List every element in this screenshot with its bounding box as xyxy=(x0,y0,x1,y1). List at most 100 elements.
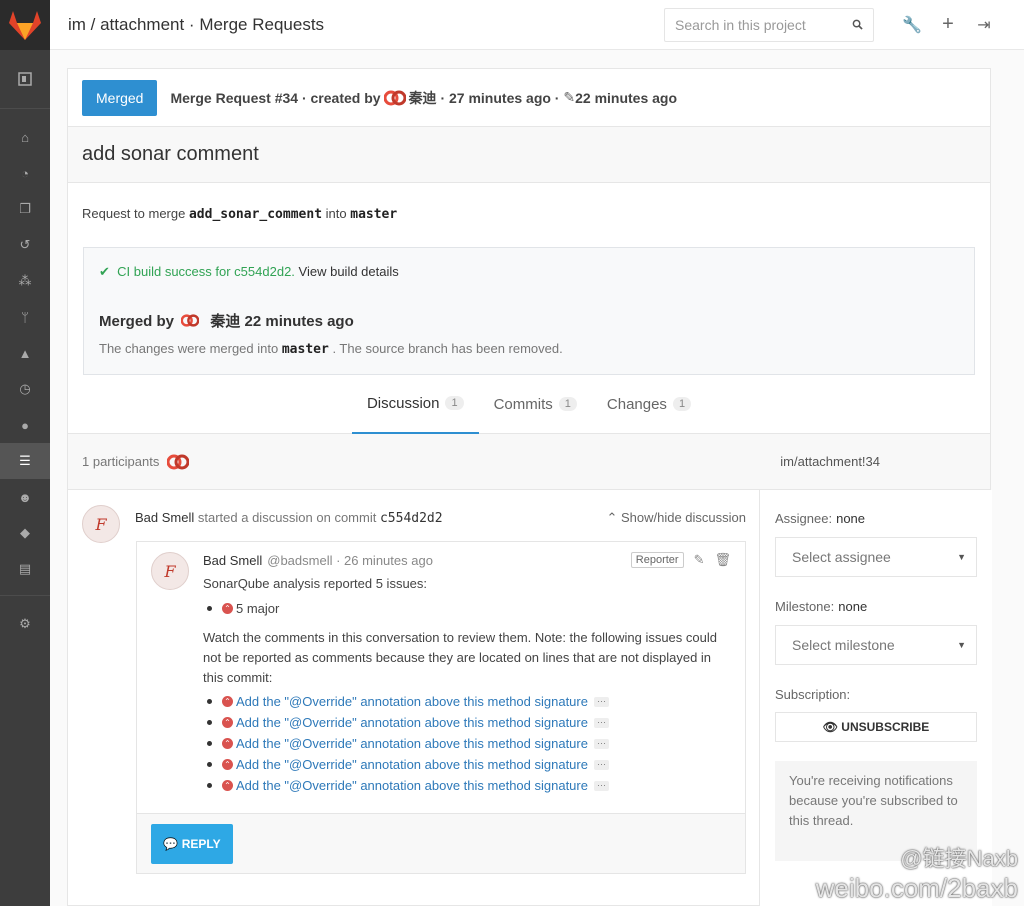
expand-button[interactable]: ··· xyxy=(593,738,609,749)
severity-list: ⌃ 5 major xyxy=(203,601,731,616)
unsubscribe-button[interactable]: 👁 UNSUBSCRIBE xyxy=(775,712,977,742)
issues-icon[interactable]: ● xyxy=(0,407,50,443)
merged-by: Merged by 秦迪 22 minutes ago xyxy=(99,310,959,331)
assignee-label-text: Assignee: xyxy=(775,511,833,526)
assignee-label: Assignee: none xyxy=(775,511,992,526)
author-avatar[interactable] xyxy=(383,89,406,107)
major-severity-icon: ⌃ xyxy=(222,717,233,728)
issue-link[interactable]: Add the "@Override" annotation above thi… xyxy=(236,736,588,751)
ci-status: ✔ CI build success for c554d2d2. View bu… xyxy=(99,264,959,280)
plus-icon[interactable]: + xyxy=(930,13,966,36)
avatar[interactable]: F xyxy=(151,552,189,590)
mr-meta: Merge Request #34 · created by xyxy=(170,89,381,106)
bullet-icon xyxy=(207,741,212,746)
note-author[interactable]: Bad Smell xyxy=(203,553,262,568)
search-placeholder: Search in this project xyxy=(675,16,806,33)
bullet-icon xyxy=(207,699,212,704)
tab-count: 1 xyxy=(445,396,464,410)
tab-label: Discussion xyxy=(366,394,440,412)
wrench-icon[interactable]: 🔧 xyxy=(894,15,930,35)
members-icon[interactable]: ☻ xyxy=(0,479,50,515)
page-title: im / attachment · Merge Requests xyxy=(68,14,325,34)
tab-discussion[interactable]: Discussion 1 xyxy=(351,375,479,434)
collapse-icon[interactable] xyxy=(0,50,50,108)
list-item: ⌃ Add the "@Override" annotation above th… xyxy=(203,736,731,751)
toggle-discussion-button[interactable]: ⌃ Show/hide discussion xyxy=(606,510,746,526)
merge-requests-icon[interactable]: ☰ xyxy=(0,443,50,479)
bullet-icon xyxy=(207,783,212,788)
tab-count: 1 xyxy=(558,397,577,411)
settings-icon[interactable]: ⚙ xyxy=(0,606,50,642)
home-icon[interactable]: ⌂ xyxy=(0,119,50,155)
merged-by-label: Merged by xyxy=(99,313,175,330)
milestone-label: Milestone: none xyxy=(775,599,992,614)
watermark-line2: weibo.com/2baxb xyxy=(815,873,1018,903)
assignee-value: none xyxy=(836,511,866,526)
avatar[interactable]: F xyxy=(82,505,120,543)
role-badge: Reporter xyxy=(630,552,684,568)
merge-request-panel: Merged Merge Request #34 · created by 秦迪… xyxy=(67,68,992,906)
dashboard-icon[interactable]: ◔ xyxy=(0,155,50,191)
discussion-author[interactable]: Bad Smell xyxy=(135,510,194,525)
tab-count: 1 xyxy=(672,397,692,411)
commit-link[interactable]: c554d2d2 xyxy=(380,511,443,526)
note-body: Bad Smell @badsmell · 26 minutes ago Rep… xyxy=(203,552,731,793)
expand-button[interactable]: ··· xyxy=(593,780,609,791)
sidebar: ⌂ ◔ ❐ ↺ ⁂ ᛘ ▲ ◷ ● ☰ ☻ ◆ ▤ ⚙ xyxy=(0,0,50,906)
expand-button[interactable]: ··· xyxy=(593,717,609,728)
issue-link[interactable]: Add the "@Override" annotation above thi… xyxy=(236,778,588,793)
files-icon[interactable]: ❐ xyxy=(0,191,50,227)
reply-label: REPLY xyxy=(181,837,221,851)
reply-area: 💬 REPLY xyxy=(137,813,745,873)
edit-icon[interactable]: ✎ xyxy=(694,552,705,568)
milestone-select[interactable]: Select milestone ▼ xyxy=(775,625,977,665)
merger-avatar[interactable] xyxy=(181,313,203,331)
assignee-select[interactable]: Select assignee ▼ xyxy=(775,537,977,577)
list-item: ⌃ Add the "@Override" annotation above th… xyxy=(203,715,731,730)
discussion-thread: F Bad Smell started a discussion on comm… xyxy=(82,505,746,874)
reply-button[interactable]: 💬 REPLY xyxy=(151,824,233,864)
target-branch: master xyxy=(350,207,398,222)
issue-link[interactable]: Add the "@Override" annotation above thi… xyxy=(236,694,588,709)
assignee-placeholder: Select assignee xyxy=(792,549,891,565)
view-build-details-link[interactable]: View build details xyxy=(299,264,399,279)
merged-desc-suffix: . The source branch has been removed. xyxy=(332,341,563,357)
discussion-action: started a discussion on commit xyxy=(197,510,377,525)
note: F Bad Smell @badsmell · 26 minutes ago R… xyxy=(137,542,745,793)
sign-out-icon[interactable]: ⇥ xyxy=(966,15,1002,35)
mr-header: Merged Merge Request #34 · created by 秦迪… xyxy=(68,69,990,127)
wiki-icon[interactable]: ▤ xyxy=(0,551,50,587)
mr-title: add sonar comment xyxy=(68,127,990,183)
bullet-icon xyxy=(207,606,212,611)
issue-link[interactable]: Add the "@Override" annotation above thi… xyxy=(236,757,588,772)
edited-time: 22 minutes ago xyxy=(575,89,678,106)
branch-icon[interactable]: ᛘ xyxy=(0,299,50,335)
expand-button[interactable]: ··· xyxy=(593,759,609,770)
search-input[interactable]: Search in this project xyxy=(664,7,874,42)
milestone-value: none xyxy=(838,599,868,614)
comment-icon: 💬 xyxy=(163,837,179,851)
ci-status-box: ✔ CI build success for c554d2d2. View bu… xyxy=(83,247,975,375)
labels-icon[interactable]: ◆ xyxy=(0,515,50,551)
eye-icon: 👁 xyxy=(822,720,838,734)
list-item: ⌃ Add the "@Override" annotation above th… xyxy=(203,694,731,709)
issue-link[interactable]: Add the "@Override" annotation above thi… xyxy=(236,715,588,730)
toggle-label: Show/hide discussion xyxy=(620,510,746,525)
edit-icon: ✎ xyxy=(563,89,576,105)
gitlab-logo[interactable] xyxy=(0,0,50,50)
mr-tabs: Discussion 1 Commits 1 Changes 1 xyxy=(68,375,990,434)
author-name[interactable]: 秦迪 xyxy=(409,88,437,108)
merger-name[interactable]: 秦迪 xyxy=(210,313,240,330)
tab-changes[interactable]: Changes 1 xyxy=(592,375,706,434)
expand-button[interactable]: ··· xyxy=(593,696,609,707)
trash-icon[interactable]: 🗑 xyxy=(714,552,731,568)
note-header: Bad Smell @badsmell · 26 minutes ago Rep… xyxy=(203,552,731,568)
network-icon[interactable]: ⁂ xyxy=(0,263,50,299)
tab-commits[interactable]: Commits 1 xyxy=(479,375,592,434)
watermark-line1: @链接Naxb xyxy=(900,846,1018,871)
note-handle: @badsmell · 26 minutes ago xyxy=(267,552,433,568)
history-icon[interactable]: ↺ xyxy=(0,227,50,263)
participant-avatar[interactable] xyxy=(167,453,190,471)
graph-icon[interactable]: ▲ xyxy=(0,335,50,371)
milestone-icon[interactable]: ◷ xyxy=(0,371,50,407)
